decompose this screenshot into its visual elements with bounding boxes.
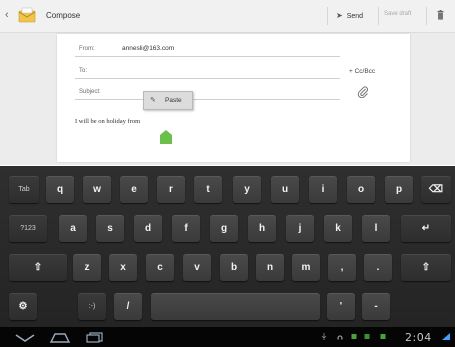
home-nav-icon[interactable] (49, 331, 71, 343)
send-icon: ➤ (336, 11, 343, 20)
divider (426, 7, 427, 25)
symbols-key[interactable]: ?123 (9, 215, 47, 242)
soft-keyboard: Tab q w e r t y u i o p ⌫ ?123 a s d f g… (0, 166, 455, 327)
key-h[interactable]: h (248, 215, 276, 242)
key-comma[interactable]: , (328, 254, 356, 281)
key-t[interactable]: t (194, 176, 222, 203)
cc-bcc-button[interactable]: + Cc/Bcc (349, 68, 375, 75)
key-f[interactable]: f (172, 215, 200, 242)
compose-card (57, 34, 410, 162)
key-d[interactable]: d (134, 215, 162, 242)
email-icon[interactable] (18, 7, 36, 23)
paste-label: Paste (165, 97, 182, 104)
subject-underline (75, 99, 340, 100)
enter-icon[interactable]: ↵ (401, 215, 451, 242)
send-label: Send (346, 13, 364, 20)
to-underline (75, 78, 340, 79)
shift-icon[interactable]: ⇧ (401, 254, 451, 281)
key-e[interactable]: e (120, 176, 148, 203)
headset-icon (337, 335, 343, 340)
key-s[interactable]: s (96, 215, 124, 242)
clock: 2:04 (405, 331, 432, 344)
key-i[interactable]: i (309, 176, 337, 203)
divider (75, 56, 340, 57)
paste-button[interactable]: ✎ Paste (143, 91, 193, 110)
tab-key[interactable]: Tab (9, 176, 39, 203)
key-l[interactable]: l (362, 215, 390, 242)
key-k[interactable]: k (324, 215, 352, 242)
notification-icon (351, 334, 357, 339)
key-x[interactable]: x (109, 254, 137, 281)
subject-field[interactable]: Subject: (79, 89, 101, 95)
recent-apps-icon[interactable] (84, 331, 106, 343)
key-period[interactable]: . (364, 254, 392, 281)
key-n[interactable]: n (256, 254, 284, 281)
key-hyphen[interactable]: - (362, 293, 390, 320)
from-label: From: (79, 46, 95, 52)
key-b[interactable]: b (220, 254, 248, 281)
clipboard-icon: ✎ (150, 97, 156, 104)
back-nav-icon[interactable] (14, 331, 36, 343)
key-slash[interactable]: / (114, 293, 142, 320)
key-a[interactable]: a (59, 215, 87, 242)
key-o[interactable]: o (347, 176, 375, 203)
key-c[interactable]: c (146, 254, 174, 281)
paperclip-icon[interactable] (357, 86, 369, 98)
key-z[interactable]: z (73, 254, 101, 281)
notification-icon (364, 334, 370, 339)
smiley-key[interactable]: :-) (78, 293, 106, 320)
key-m[interactable]: m (292, 254, 320, 281)
key-v[interactable]: v (183, 254, 211, 281)
space-bar[interactable] (151, 293, 320, 320)
shift-icon[interactable]: ⇧ (9, 254, 67, 281)
key-q[interactable]: q (46, 176, 74, 203)
compose-screen: ‹ Compose ➤ Send Save draft From: annesli… (0, 0, 455, 347)
page-title: Compose (46, 11, 81, 20)
key-p[interactable]: p (385, 176, 413, 203)
system-bar: 2:04 (0, 327, 455, 347)
battery-icon (442, 333, 450, 340)
trash-icon[interactable] (437, 10, 444, 20)
divider (378, 7, 379, 25)
key-y[interactable]: y (233, 176, 261, 203)
to-field[interactable]: To: (79, 68, 87, 74)
save-draft-button[interactable]: Save draft (384, 11, 411, 17)
send-button[interactable]: ➤ Send (336, 11, 363, 20)
settings-icon[interactable]: ⚙ (9, 293, 37, 320)
key-g[interactable]: g (210, 215, 238, 242)
notification-icon (380, 334, 386, 339)
key-apostrophe[interactable]: ' (327, 293, 355, 320)
key-u[interactable]: u (271, 176, 299, 203)
key-r[interactable]: r (157, 176, 185, 203)
chevron-left-icon[interactable]: ‹ (5, 9, 9, 21)
key-w[interactable]: w (83, 176, 111, 203)
usb-icon (321, 333, 327, 340)
text-cursor-handle-icon[interactable] (159, 130, 173, 144)
backspace-icon[interactable]: ⌫ (421, 176, 451, 203)
key-j[interactable]: j (286, 215, 314, 242)
message-body[interactable]: I will be on holiday from (75, 118, 140, 125)
from-value[interactable]: annesli@163.com (122, 45, 174, 52)
action-bar: ‹ Compose ➤ Send Save draft (0, 0, 455, 33)
divider (327, 7, 328, 25)
